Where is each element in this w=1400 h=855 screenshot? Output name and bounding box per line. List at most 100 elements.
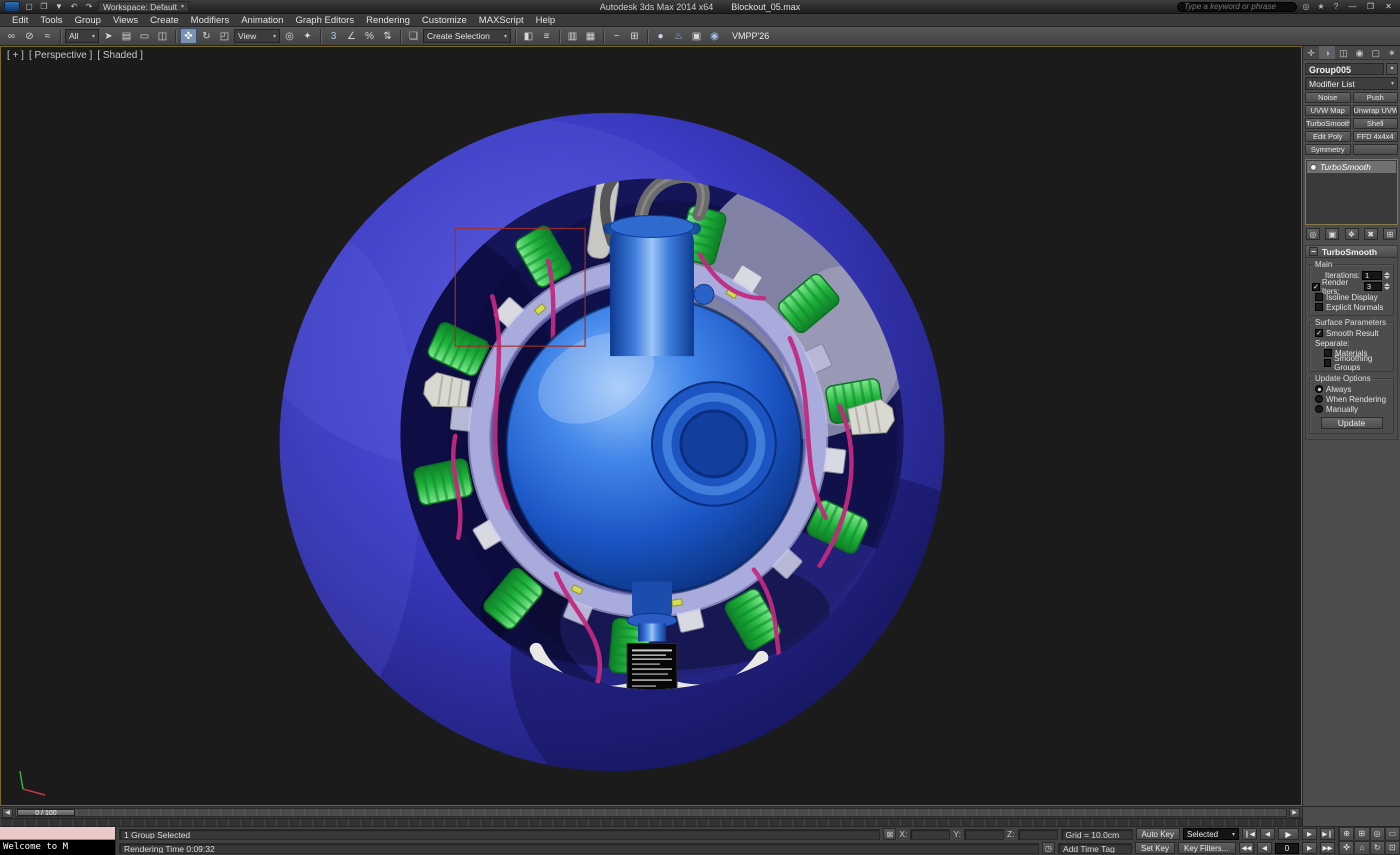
favorites-icon[interactable]: ★	[1315, 2, 1327, 11]
go-to-start-button[interactable]: ❙◀	[1242, 828, 1257, 840]
tab-modify[interactable]: ◑	[1319, 46, 1335, 59]
edit-named-selection-sets-icon[interactable]: ❏	[405, 28, 422, 44]
selection-lock-icon[interactable]: ⊠	[883, 828, 896, 840]
update-button[interactable]: Update	[1321, 417, 1383, 429]
modifier-button-noise[interactable]: Noise	[1305, 92, 1351, 103]
listener-output[interactable]: Welcome to M	[0, 840, 115, 855]
modifier-button-editpoly[interactable]: Edit Poly	[1305, 131, 1351, 142]
bind-to-space-warp-icon[interactable]: ≈	[39, 28, 56, 44]
track-bar[interactable]	[0, 818, 1302, 826]
reference-coordinate-dropdown[interactable]: View ▾	[234, 29, 280, 43]
graphite-ribbon-icon[interactable]: ▦	[582, 28, 599, 44]
align-icon[interactable]: ≡	[538, 28, 555, 44]
smoothing-groups-checkbox[interactable]	[1324, 359, 1331, 367]
menu-views[interactable]: Views	[107, 14, 144, 27]
modifier-button-unwrap[interactable]: Unwrap UVW	[1353, 105, 1399, 116]
previous-key-button[interactable]: ◀◀	[1239, 842, 1254, 854]
render-production-icon[interactable]: ◉	[706, 28, 723, 44]
key-mode-button[interactable]: ◀	[1257, 842, 1272, 854]
pan-icon[interactable]: ✜	[1339, 841, 1354, 855]
modifier-stack[interactable]: TurboSmooth	[1305, 159, 1398, 225]
smooth-result-checkbox[interactable]: ✓	[1315, 329, 1323, 337]
auto-key-button[interactable]: Auto Key	[1136, 828, 1180, 840]
select-and-rotate-icon[interactable]: ↻	[198, 28, 215, 44]
next-frame-button[interactable]: ▶	[1302, 828, 1317, 840]
current-frame-field[interactable]: 0	[1275, 843, 1299, 854]
key-filters-button[interactable]: Key Filters...	[1178, 842, 1236, 854]
orbit-icon[interactable]: ↻	[1370, 841, 1385, 855]
schematic-view-icon[interactable]: ⊞	[626, 28, 643, 44]
play-animation-button[interactable]: ▶	[1278, 828, 1299, 840]
materials-checkbox[interactable]	[1324, 349, 1332, 357]
unlink-selection-icon[interactable]: ⊘	[21, 28, 38, 44]
workspace-selector[interactable]: Workspace: Default ▾	[98, 1, 189, 12]
modifier-button-shell[interactable]: Shell	[1353, 118, 1399, 129]
macro-recorder-pane[interactable]	[0, 827, 115, 840]
object-color-dropdown[interactable]: ▾	[1386, 63, 1398, 75]
configure-modifier-sets-icon[interactable]: ⊞	[1383, 228, 1397, 240]
sign-in-icon[interactable]: ◎	[1300, 2, 1312, 11]
infocenter-search-input[interactable]	[1177, 2, 1297, 12]
next-frame-icon[interactable]: ▶	[1289, 808, 1300, 818]
previous-frame-button[interactable]: ◀	[1260, 828, 1275, 840]
application-menu-button[interactable]	[4, 1, 20, 12]
viewport-shading-menu[interactable]: [ Shaded ]	[97, 50, 143, 61]
menu-animation[interactable]: Animation	[235, 14, 289, 27]
modifier-on-icon[interactable]	[1310, 164, 1317, 171]
set-key-button[interactable]: Set Key	[1135, 842, 1175, 854]
modifier-button-turbosmooth[interactable]: TurboSmooth	[1305, 118, 1351, 129]
when-rendering-radio[interactable]	[1315, 395, 1323, 403]
help-icon[interactable]: ?	[1330, 2, 1342, 11]
rendered-frame-window-icon[interactable]: ▣	[688, 28, 705, 44]
tab-display[interactable]: ▢	[1368, 46, 1384, 59]
pin-stack-icon[interactable]: ◎	[1306, 228, 1320, 240]
tab-hierarchy[interactable]: ◫	[1335, 46, 1351, 59]
select-and-link-icon[interactable]: ∞	[3, 28, 20, 44]
selection-filter-dropdown[interactable]: All ▾	[65, 29, 99, 43]
zoom-region-icon[interactable]: ▭	[1385, 827, 1400, 841]
minimize-button[interactable]: —	[1345, 2, 1360, 11]
clock-icon[interactable]: ◷	[1042, 842, 1055, 854]
z-coordinate-field[interactable]	[1018, 829, 1058, 840]
object-name-field[interactable]: Group005	[1305, 63, 1384, 75]
menu-customize[interactable]: Customize	[416, 14, 473, 27]
angle-snap-icon[interactable]: ∠	[343, 28, 360, 44]
select-and-move-icon[interactable]: ✜	[180, 28, 197, 44]
add-time-tag[interactable]: Add Time Tag	[1058, 843, 1132, 854]
render-iters-checkbox[interactable]: ✓	[1312, 283, 1320, 291]
select-and-scale-icon[interactable]: ◰	[216, 28, 233, 44]
named-selection-sets-dropdown[interactable]: Create Selection ▾	[423, 29, 511, 43]
use-pivot-center-icon[interactable]: ◎	[281, 28, 298, 44]
zoom-icon[interactable]: ⊕	[1339, 827, 1354, 841]
x-coordinate-field[interactable]	[910, 829, 950, 840]
select-and-manipulate-icon[interactable]: ✦	[299, 28, 316, 44]
menu-edit[interactable]: Edit	[6, 14, 34, 27]
rollout-header[interactable]: − TurboSmooth	[1306, 246, 1397, 258]
maxscript-mini-listener[interactable]: Welcome to M	[0, 827, 116, 855]
go-to-end-button[interactable]: ▶❙	[1320, 828, 1335, 840]
material-editor-icon[interactable]: ●	[652, 28, 669, 44]
time-slider-track[interactable]: 0 / 100	[15, 808, 1287, 817]
manually-radio[interactable]	[1315, 405, 1323, 413]
next-key-button[interactable]: ▶▶	[1320, 842, 1335, 854]
modifier-list-dropdown[interactable]: Modifier List ▾	[1305, 77, 1398, 90]
tab-motion[interactable]: ◉	[1352, 46, 1368, 59]
spinner-arrows[interactable]	[1384, 272, 1390, 279]
redo-button[interactable]: ↷	[83, 1, 95, 12]
always-radio[interactable]	[1315, 385, 1323, 393]
menu-help[interactable]: Help	[530, 14, 562, 27]
maximize-viewport-icon[interactable]: ⊡	[1385, 841, 1400, 855]
isoline-checkbox[interactable]	[1315, 293, 1323, 301]
explicit-normals-checkbox[interactable]	[1315, 303, 1323, 311]
open-file-button[interactable]: ❒	[38, 1, 50, 12]
viewport-general-menu[interactable]: [ + ]	[7, 50, 24, 61]
show-end-result-icon[interactable]: ▣	[1325, 228, 1339, 240]
close-button[interactable]: ✕	[1381, 2, 1396, 11]
curve-editor-icon[interactable]: ~	[608, 28, 625, 44]
render-iters-spinner[interactable]: 3	[1364, 282, 1382, 291]
y-coordinate-field[interactable]	[964, 829, 1004, 840]
perspective-viewport[interactable]: [ + ] [ Perspective ] [ Shaded ]	[0, 46, 1302, 806]
stack-entry-row[interactable]: TurboSmooth	[1307, 161, 1396, 173]
zoom-extents-icon[interactable]: ◎	[1370, 827, 1385, 841]
percent-snap-icon[interactable]: %	[361, 28, 378, 44]
